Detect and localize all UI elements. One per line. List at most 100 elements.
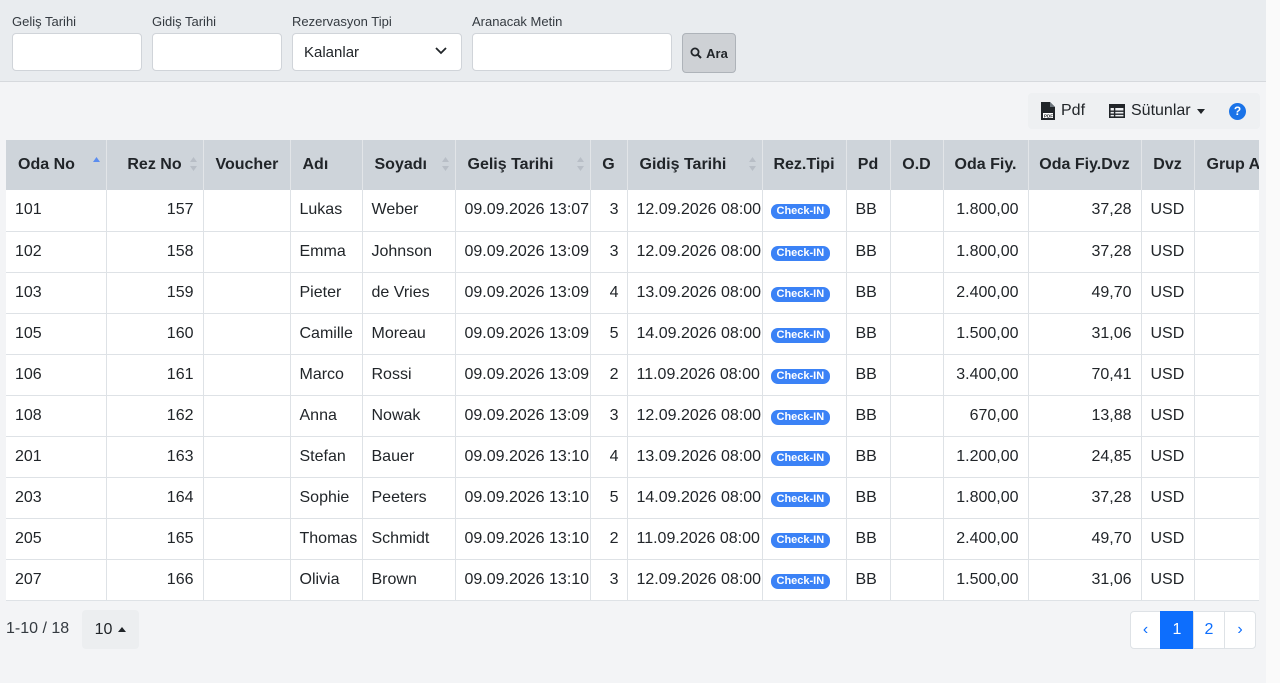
table-icon — [1109, 104, 1125, 118]
table-row[interactable]: 103 159 Pieter de Vries 09.09.2026 13:09 4 13.… — [6, 272, 1259, 314]
reservations-table: Oda No Rez No Voucher Adı Soyadı Geliş T… — [6, 140, 1259, 601]
column-header-soyadi[interactable]: Soyadı — [362, 140, 456, 190]
cell-g: 3 — [590, 231, 628, 273]
cell-pd: BB — [846, 272, 891, 314]
column-header-rez-no[interactable]: Rez No — [106, 140, 204, 190]
column-header-oda-fiy[interactable]: Oda Fiy. — [943, 140, 1029, 190]
cell-pd: BB — [846, 190, 891, 232]
cell-voucher — [203, 395, 291, 437]
cell-gidis-tarihi: 14.09.2026 08:00 — [627, 313, 763, 355]
cell-pd: BB — [846, 395, 891, 437]
table-row[interactable]: 106 161 Marco Rossi 09.09.2026 13:09 2 11.09.2… — [6, 354, 1259, 396]
cell-oda-no: 205 — [6, 518, 107, 560]
status-badge: Check-IN — [770, 286, 831, 302]
cell-gelis-tarihi: 09.09.2026 13:10 — [455, 559, 591, 601]
cell-voucher — [203, 436, 291, 478]
cell-od — [890, 272, 944, 314]
cell-adi: Thomas — [290, 518, 363, 560]
table-row[interactable]: 203 164 Sophie Peeters 09.09.2026 13:10 5 14.0… — [6, 477, 1259, 519]
cell-rez-tipi: Check-IN — [762, 518, 847, 560]
cell-dvz: USD — [1141, 272, 1195, 314]
cell-voucher — [203, 272, 291, 314]
cell-rez-no: 162 — [106, 395, 204, 437]
cell-oda-fiy-dvz: 49,70 — [1028, 272, 1142, 314]
column-header-rez-tipi[interactable]: Rez.Tipi — [762, 140, 847, 190]
column-header-g[interactable]: G — [590, 140, 628, 190]
column-header-od[interactable]: O.D — [890, 140, 944, 190]
status-badge: Check-IN — [770, 573, 831, 589]
help-icon[interactable]: ? — [1229, 103, 1246, 120]
status-badge: Check-IN — [770, 450, 831, 466]
cell-grup-adi — [1194, 436, 1259, 478]
chevron-down-icon — [435, 47, 447, 55]
search-text-input[interactable] — [472, 33, 672, 71]
table-row[interactable]: 105 160 Camille Moreau 09.09.2026 13:09 5 14.0… — [6, 313, 1259, 355]
column-header-pd[interactable]: Pd — [846, 140, 891, 190]
pagination: ‹ 1 2 › — [1130, 611, 1256, 649]
column-header-voucher[interactable]: Voucher — [203, 140, 291, 190]
pagination-page-1[interactable]: 1 — [1160, 611, 1194, 649]
cell-soyadi: Moreau — [362, 313, 456, 355]
table-row[interactable]: 201 163 Stefan Bauer 09.09.2026 13:10 4 13.09.… — [6, 436, 1259, 478]
pagination-previous[interactable]: ‹ — [1130, 611, 1161, 649]
cell-oda-fiy: 2.400,00 — [943, 518, 1029, 560]
cell-rez-tipi: Check-IN — [762, 272, 847, 314]
cell-od — [890, 231, 944, 273]
table-row[interactable]: 101 157 Lukas Weber 09.09.2026 13:07 3 12.09.2… — [6, 190, 1259, 232]
pagination-next[interactable]: › — [1224, 611, 1256, 649]
cell-oda-fiy: 1.800,00 — [943, 231, 1029, 273]
table-row[interactable]: 205 165 Thomas Schmidt 09.09.2026 13:10 2 11.0… — [6, 518, 1259, 560]
reservation-type-select[interactable]: Kalanlar — [292, 33, 462, 71]
columns-dropdown-button[interactable]: Sütunlar — [1109, 93, 1205, 129]
search-button[interactable]: Ara — [682, 33, 736, 73]
cell-oda-fiy-dvz: 31,06 — [1028, 313, 1142, 355]
cell-dvz: USD — [1141, 313, 1195, 355]
cell-rez-tipi: Check-IN — [762, 559, 847, 601]
cell-g: 4 — [590, 436, 628, 478]
pagination-page-2[interactable]: 2 — [1193, 611, 1225, 649]
table-row[interactable]: 207 166 Olivia Brown 09.09.2026 13:10 3 12.09.… — [6, 559, 1259, 601]
cell-dvz: USD — [1141, 559, 1195, 601]
column-header-gidis-tarihi[interactable]: Gidiş Tarihi — [627, 140, 763, 190]
page-range-info: 1-10 / 18 — [6, 620, 70, 637]
arrival-date-input[interactable] — [12, 33, 142, 71]
column-header-gelis-tarihi[interactable]: Geliş Tarihi — [455, 140, 591, 190]
column-header-dvz[interactable]: Dvz — [1141, 140, 1195, 190]
cell-rez-tipi: Check-IN — [762, 190, 847, 232]
pdf-export-button[interactable]: PDF Pdf — [1040, 93, 1085, 129]
cell-oda-no: 103 — [6, 272, 107, 314]
header-label: Rez No — [127, 156, 182, 173]
cell-rez-no: 164 — [106, 477, 204, 519]
cell-soyadi: Rossi — [362, 354, 456, 396]
table-row[interactable]: 102 158 Emma Johnson 09.09.2026 13:09 3 12.09.… — [6, 231, 1259, 273]
cell-rez-no: 159 — [106, 272, 204, 314]
window-scrollbar[interactable] — [1266, 0, 1280, 683]
cell-pd: BB — [846, 477, 891, 519]
page-size-select[interactable]: 10 — [82, 610, 139, 649]
cell-rez-tipi: Check-IN — [762, 436, 847, 478]
column-header-grup-adi[interactable]: Grup Adı — [1194, 140, 1259, 190]
cell-voucher — [203, 477, 291, 519]
column-header-oda-fiy-dvz[interactable]: Oda Fiy.Dvz — [1028, 140, 1142, 190]
table-row[interactable]: 108 162 Anna Nowak 09.09.2026 13:09 3 12.09.20… — [6, 395, 1259, 437]
column-header-oda-no[interactable]: Oda No — [6, 140, 107, 190]
cell-rez-no: 165 — [106, 518, 204, 560]
cell-grup-adi — [1194, 354, 1259, 396]
header-label: Grup Adı — [1206, 156, 1260, 173]
page-size-value: 10 — [94, 620, 113, 638]
table-body: 101 157 Lukas Weber 09.09.2026 13:07 3 12.09.2… — [6, 190, 1259, 601]
cell-dvz: USD — [1141, 436, 1195, 478]
reservation-type-value: Kalanlar — [304, 44, 360, 61]
cell-soyadi: de Vries — [362, 272, 456, 314]
cell-adi: Camille — [290, 313, 363, 355]
cell-grup-adi — [1194, 272, 1259, 314]
arrival-date-label: Geliş Tarihi — [12, 14, 77, 29]
header-label: Pd — [857, 156, 879, 173]
cell-gidis-tarihi: 11.09.2026 08:00 — [627, 354, 763, 396]
cell-soyadi: Brown — [362, 559, 456, 601]
cell-voucher — [203, 231, 291, 273]
departure-date-input[interactable] — [152, 33, 282, 71]
column-header-adi[interactable]: Adı — [290, 140, 363, 190]
cell-soyadi: Nowak — [362, 395, 456, 437]
cell-oda-fiy: 1.500,00 — [943, 313, 1029, 355]
